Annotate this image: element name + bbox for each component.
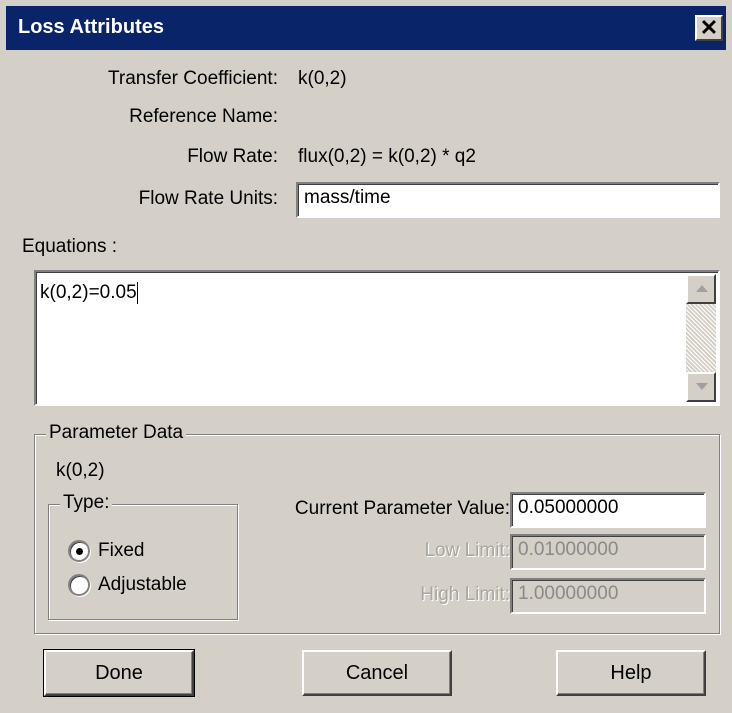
high-limit-value: 1.00000000: [518, 583, 619, 604]
parameter-name: k(0,2): [56, 460, 105, 481]
parameter-data-group-label: Parameter Data: [46, 422, 187, 444]
current-parameter-value-input[interactable]: 0.05000000: [510, 492, 706, 528]
current-parameter-value-label: Current Parameter Value:: [294, 498, 510, 519]
fixed-radio-label: Fixed: [98, 540, 145, 561]
flow-rate-units-label: Flow Rate Units:: [138, 188, 278, 209]
transfer-coefficient-value: k(0,2): [298, 68, 347, 89]
current-parameter-value: 0.05000000: [518, 497, 619, 518]
scroll-up-button[interactable]: [686, 274, 716, 304]
low-limit-label: Low Limit:: [424, 540, 510, 561]
close-icon: ✕: [699, 15, 719, 40]
flow-rate-value: flux(0,2) = k(0,2) * q2: [298, 146, 476, 167]
adjustable-radio[interactable]: [68, 574, 90, 596]
transfer-coefficient-label: Transfer Coefficient:: [107, 68, 278, 89]
radio-selected-dot: [76, 548, 83, 555]
type-group-label: Type:: [60, 492, 113, 514]
scroll-up-arrow-icon: [696, 285, 708, 292]
type-group: [48, 504, 238, 620]
loss-attributes-dialog: Loss Attributes ✕ Transfer Coefficient: …: [0, 0, 732, 713]
reference-name-label: Reference Name:: [129, 106, 278, 127]
fixed-radio[interactable]: [68, 540, 90, 562]
equations-textarea[interactable]: k(0,2)=0.05: [34, 270, 720, 406]
equations-text: k(0,2)=0.05: [40, 282, 138, 304]
done-button[interactable]: Done: [43, 649, 195, 697]
high-limit-input: 1.00000000: [510, 578, 706, 614]
close-button[interactable]: ✕: [695, 15, 723, 41]
flow-rate-units-value: mass/time: [304, 187, 391, 208]
low-limit-value: 0.01000000: [518, 539, 619, 560]
low-limit-input: 0.01000000: [510, 534, 706, 570]
equations-label: Equations :: [22, 236, 118, 257]
high-limit-label: High Limit:: [420, 584, 510, 605]
scroll-down-button[interactable]: [686, 372, 716, 402]
cancel-button[interactable]: Cancel: [302, 650, 452, 696]
text-caret: [136, 282, 138, 304]
scroll-down-arrow-icon: [696, 383, 708, 390]
window-title: Loss Attributes: [18, 16, 164, 38]
adjustable-radio-label: Adjustable: [98, 574, 187, 595]
equations-scrollbar[interactable]: [686, 274, 716, 402]
flow-rate-label: Flow Rate:: [187, 146, 278, 167]
flow-rate-units-input[interactable]: mass/time: [296, 182, 720, 218]
title-bar[interactable]: Loss Attributes ✕: [6, 6, 726, 50]
help-button[interactable]: Help: [556, 650, 706, 696]
